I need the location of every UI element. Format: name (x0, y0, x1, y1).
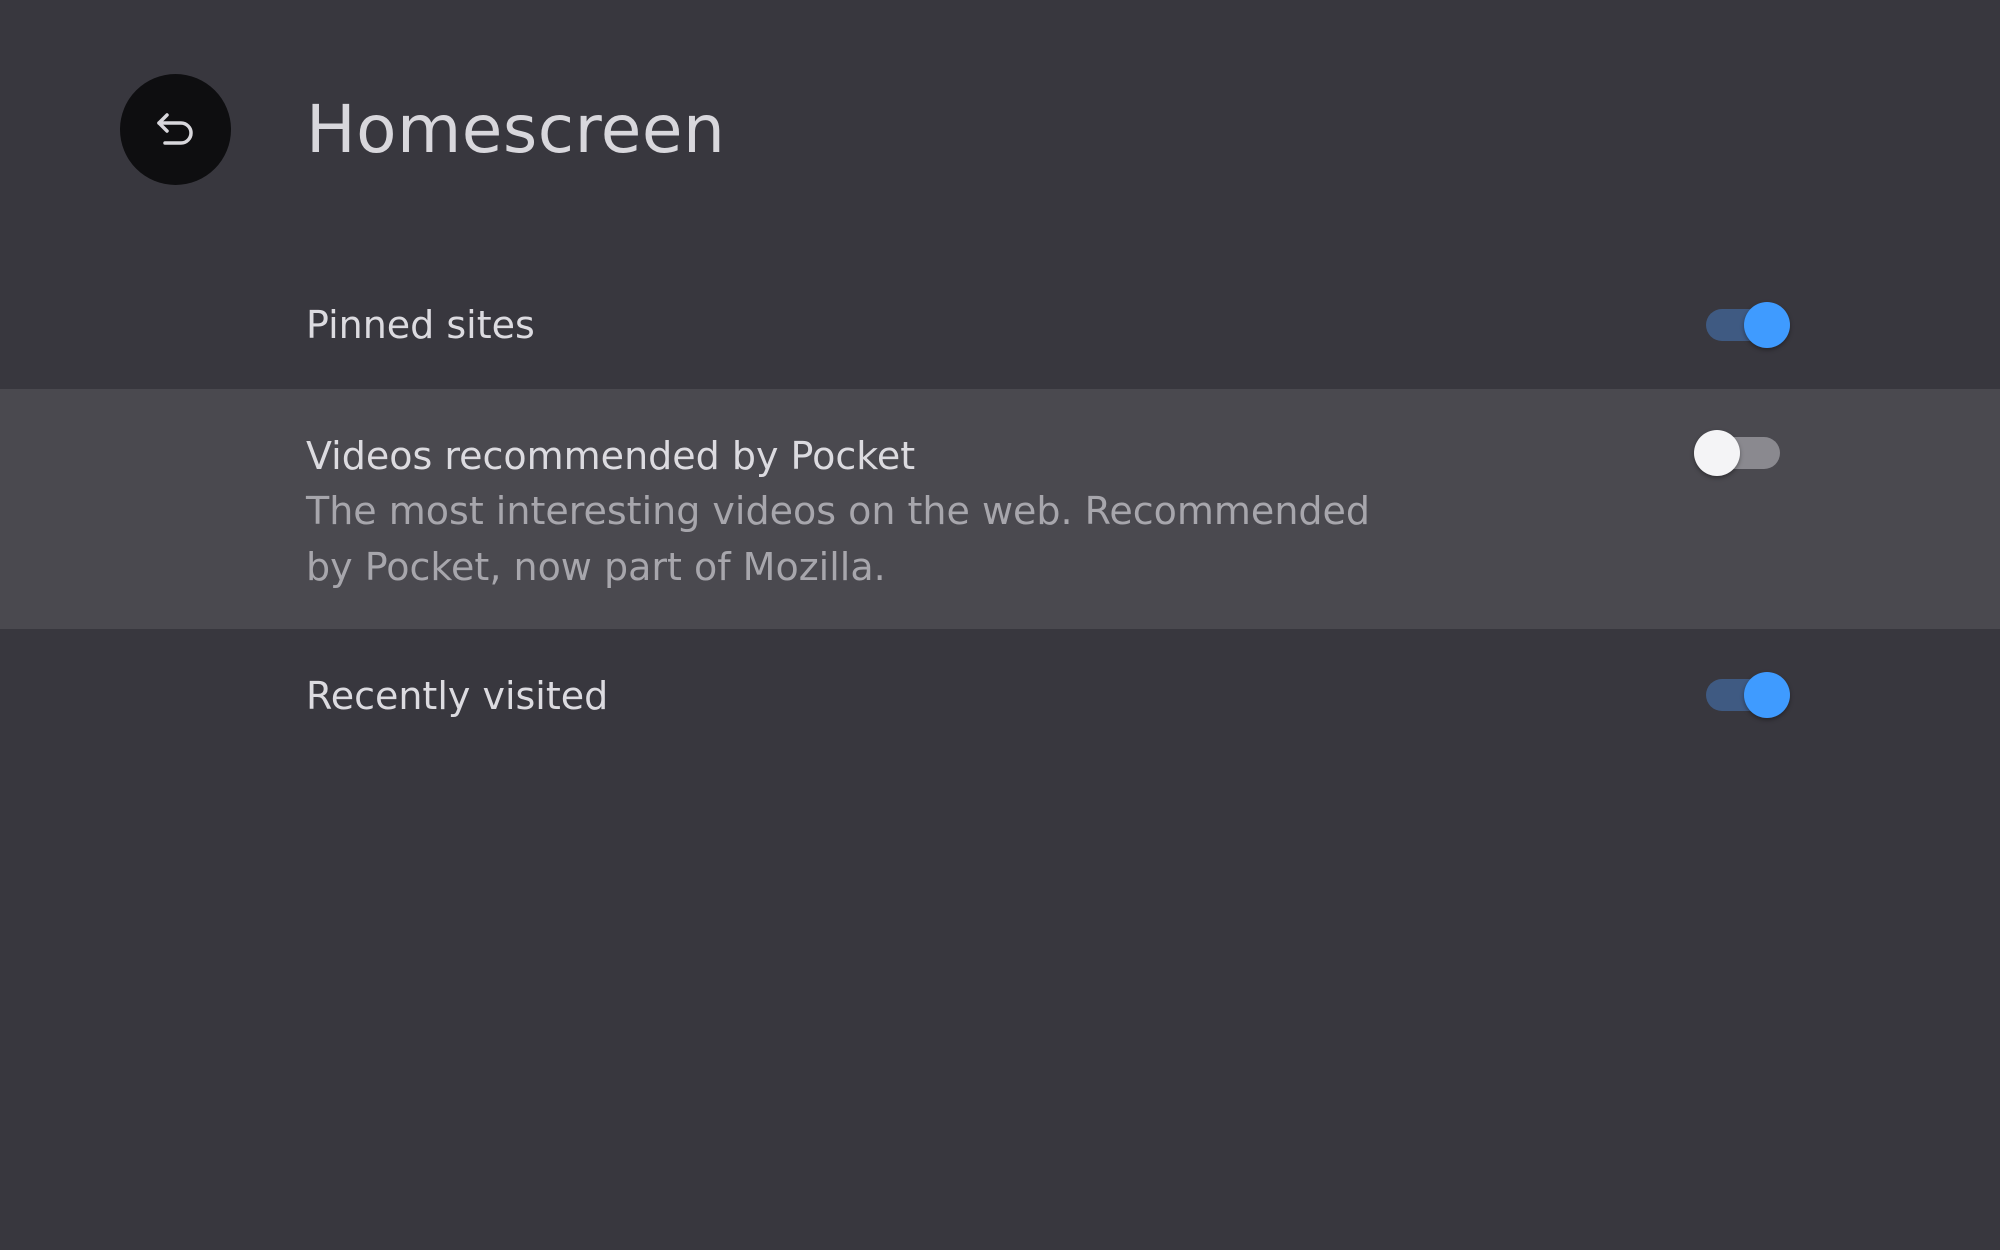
pinned-sites-toggle[interactable] (1700, 300, 1792, 350)
setting-label-recently-visited: Recently visited (306, 674, 609, 718)
toggle-thumb (1694, 430, 1740, 476)
setting-description-pocket-videos: The most interesting videos on the web. … (306, 483, 1446, 595)
toggle-thumb (1744, 302, 1790, 348)
page-title: Homescreen (306, 91, 726, 168)
setting-label-pinned-sites: Pinned sites (306, 303, 535, 347)
setting-row-pinned-sites[interactable]: Pinned sites (0, 272, 2000, 388)
setting-label-pocket-videos: Videos recommended by Pocket (306, 434, 916, 478)
description-line: The most interesting videos on the web. … (306, 489, 1371, 533)
pocket-videos-toggle[interactable] (1694, 428, 1786, 478)
back-button[interactable] (120, 74, 231, 185)
toggle-thumb (1744, 672, 1790, 718)
recently-visited-toggle[interactable] (1700, 670, 1792, 720)
setting-row-pocket-videos[interactable]: Videos recommended by Pocket The most in… (0, 389, 2000, 629)
homescreen-settings-page: Homescreen Pinned sites Videos recommend… (0, 0, 2000, 1250)
description-line: by Pocket, now part of Mozilla. (306, 545, 886, 589)
setting-row-recently-visited[interactable]: Recently visited (0, 630, 2000, 760)
back-arrow-icon (153, 107, 199, 153)
